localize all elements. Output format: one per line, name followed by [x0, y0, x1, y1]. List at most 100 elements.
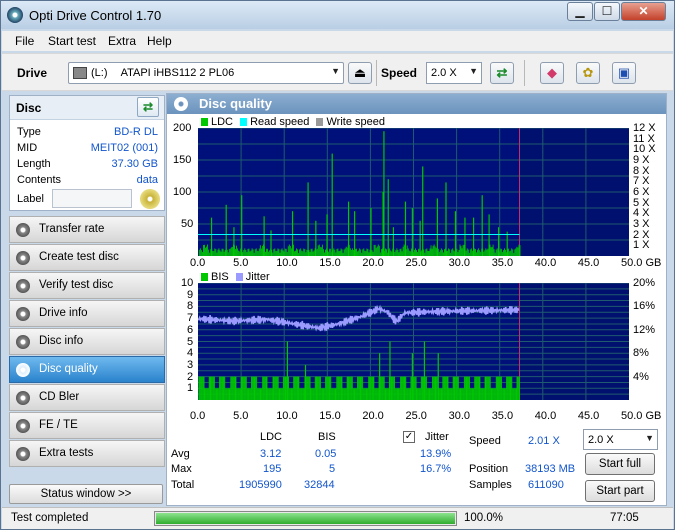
status-window-button[interactable]: Status window >> — [9, 484, 163, 504]
nav-item-drive-info[interactable]: Drive info — [9, 300, 165, 327]
test-speed-select[interactable]: 2.0 X ▼ — [583, 429, 658, 450]
menu-start-test[interactable]: Start test — [48, 34, 96, 48]
menu-extra[interactable]: Extra — [108, 34, 136, 48]
x-tick-label: 25.0 — [405, 257, 427, 269]
bis-bar — [251, 376, 253, 400]
disc-info-panel: Disc ⇄ Type BD-R DL MID MEIT02 (001) Len… — [9, 95, 165, 211]
start-part-button[interactable]: Start part — [585, 480, 655, 502]
bis-bar — [271, 388, 273, 400]
bis-bar — [212, 376, 214, 400]
bis-bar — [279, 388, 281, 400]
bis-bar — [236, 388, 238, 400]
bis-bar — [500, 376, 502, 400]
nav-item-transfer-rate[interactable]: Transfer rate — [9, 216, 165, 243]
bis-bar — [425, 376, 427, 400]
start-full-button[interactable]: Start full — [585, 453, 655, 475]
bis-bar — [402, 376, 404, 400]
nav-item-disc-info[interactable]: Disc info — [9, 328, 165, 355]
ldc-bar — [469, 249, 471, 256]
jitter-checkbox[interactable]: ✓ — [403, 431, 415, 443]
bis-bar — [210, 376, 212, 400]
nav-item-cd-bler[interactable]: CD Bler — [9, 384, 165, 411]
bis-bar — [502, 388, 504, 400]
ldc-bar — [269, 250, 271, 256]
bis-bar — [445, 376, 447, 400]
disc-quality-panel: Disc quality LDC Read speed Write speed … — [166, 93, 667, 506]
nav-item-extra-tests[interactable]: Extra tests — [9, 440, 165, 467]
bis-bar — [501, 388, 503, 400]
bis-bar — [384, 388, 386, 400]
bis-bar — [337, 376, 339, 400]
bis-bar — [481, 388, 483, 400]
disc-icon[interactable] — [140, 189, 160, 209]
refresh-disc-button[interactable]: ⇄ — [137, 97, 159, 117]
close-button[interactable]: ✕ — [621, 2, 666, 21]
drive-name: ATAPI iHBS112 2 PL06 — [120, 67, 235, 79]
eject-button[interactable]: ⏏ — [348, 62, 372, 84]
disc-icon — [16, 223, 30, 237]
ldc-bar — [317, 245, 319, 256]
nav-item-fe-te[interactable]: FE / TE — [9, 412, 165, 439]
disc-icon — [16, 307, 30, 321]
maximize-button[interactable]: ☐ — [594, 2, 620, 21]
bis-bar — [488, 376, 490, 400]
ldc-bar — [212, 250, 214, 256]
bis-bar — [300, 388, 302, 400]
nav-item-create-test-disc[interactable]: Create test disc — [9, 244, 165, 271]
stats-avg-jitter: 13.9% — [420, 448, 452, 460]
bis-bar — [474, 376, 476, 400]
bis-bar — [346, 376, 348, 400]
bis-bar — [401, 376, 402, 400]
bis-bar — [244, 376, 246, 400]
disc-label-input[interactable] — [52, 189, 132, 208]
ldc-spike — [383, 131, 385, 256]
bis-bar — [482, 388, 483, 400]
bis-bar — [469, 376, 470, 400]
ldc-spike — [464, 217, 466, 256]
bis-bar — [505, 388, 507, 400]
ldc-bar — [362, 249, 364, 256]
ldc-bar — [305, 252, 307, 256]
bis-bar — [485, 376, 487, 400]
ldc-bar — [254, 249, 256, 256]
ldc-bar — [239, 251, 241, 256]
bis-bar — [444, 376, 446, 400]
nav-item-disc-quality[interactable]: Disc quality — [9, 356, 165, 383]
menu-file[interactable]: File — [15, 34, 34, 48]
erase-button[interactable]: ◆ — [540, 62, 564, 84]
bis-bar — [298, 376, 300, 400]
bis-bar — [382, 376, 383, 400]
ldc-bar — [438, 251, 440, 256]
bis-bar — [398, 388, 400, 400]
ldc-bar — [265, 251, 266, 256]
drive-select[interactable]: (L:) ATAPI iHBS112 2 PL06 ▼ — [68, 62, 344, 84]
ldc-bar — [397, 249, 399, 256]
settings-button[interactable]: ✿ — [576, 62, 600, 84]
bis-bar — [476, 376, 478, 400]
bis-bar — [289, 388, 291, 400]
speed-select[interactable]: 2.0 X ▼ — [426, 62, 482, 84]
speed-value: 2.01 X — [528, 435, 560, 447]
bis-bar — [380, 376, 382, 400]
ldc-bar — [380, 249, 382, 256]
ldc-spike — [370, 208, 372, 256]
minimize-button[interactable]: ▁ — [567, 2, 593, 21]
ldc-spike — [210, 217, 213, 256]
bis-bar — [232, 376, 234, 400]
ldc-bar — [416, 250, 417, 256]
save-button[interactable]: ▣ — [612, 62, 636, 84]
ldc-bar — [245, 249, 247, 256]
ldc-bar — [448, 248, 450, 256]
ldc-bar — [284, 248, 286, 256]
ldc-bar — [490, 247, 492, 256]
bis-bar — [487, 376, 489, 400]
speed-label: Speed — [469, 435, 501, 447]
bis-bar — [471, 388, 473, 400]
refresh-speed-button[interactable]: ⇄ — [490, 62, 514, 84]
nav-item-verify-test-disc[interactable]: Verify test disc — [9, 272, 165, 299]
bis-bar — [513, 388, 514, 400]
menu-help[interactable]: Help — [147, 34, 172, 48]
ldc-bar — [423, 249, 425, 256]
bis-bar — [393, 376, 395, 400]
ldc-bar — [236, 245, 238, 256]
